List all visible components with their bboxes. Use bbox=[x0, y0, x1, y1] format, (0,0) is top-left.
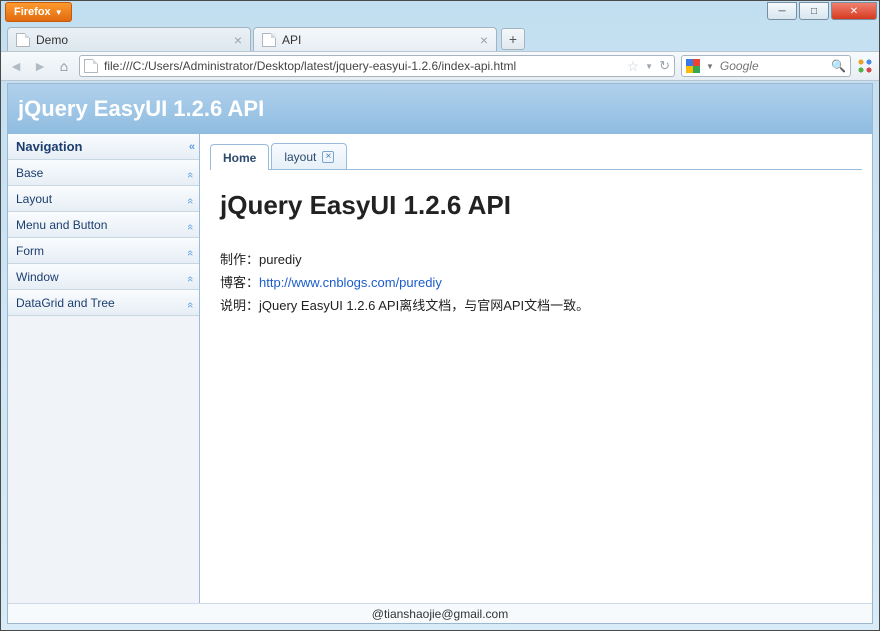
home-button[interactable]: ⌂ bbox=[55, 57, 73, 75]
sidebar-item-window[interactable]: Window « bbox=[8, 264, 199, 290]
page-icon bbox=[262, 33, 276, 47]
address-bar-controls: ☆ ▼ ↻ bbox=[627, 58, 670, 75]
sidebar-title[interactable]: Navigation « bbox=[8, 134, 199, 160]
chevron-down-icon: « bbox=[184, 223, 196, 225]
browser-tab-strip: Demo × API × + bbox=[1, 25, 879, 51]
main-panel: Home layout × jQuery EasyUI 1.2.6 API 制作… bbox=[200, 134, 872, 603]
url-text: file:///C:/Users/Administrator/Desktop/l… bbox=[104, 59, 516, 73]
article: jQuery EasyUI 1.2.6 API 制作：purediy 博客：ht… bbox=[210, 170, 862, 338]
address-bar[interactable]: file:///C:/Users/Administrator/Desktop/l… bbox=[79, 55, 675, 77]
sidebar: Navigation « Base « Layout « Menu and Bu… bbox=[8, 134, 200, 603]
page-body: Navigation « Base « Layout « Menu and Bu… bbox=[8, 134, 872, 603]
reload-icon[interactable]: ↻ bbox=[659, 58, 670, 74]
bookmark-star-icon[interactable]: ☆ bbox=[627, 58, 640, 75]
chevron-down-icon: « bbox=[184, 197, 196, 199]
nav-toolbar: ◄ ► ⌂ file:///C:/Users/Administrator/Des… bbox=[1, 51, 879, 81]
dropdown-icon[interactable]: ▼ bbox=[645, 62, 653, 71]
addons-icon[interactable] bbox=[857, 58, 873, 74]
browser-tab-demo[interactable]: Demo × bbox=[7, 27, 251, 51]
sidebar-item-base[interactable]: Base « bbox=[8, 160, 199, 186]
footer-email: @tianshaojie@gmail.com bbox=[372, 607, 508, 621]
tab-label: layout bbox=[284, 150, 316, 164]
tab-home[interactable]: Home bbox=[210, 144, 269, 170]
back-button[interactable]: ◄ bbox=[7, 57, 25, 75]
sidebar-item-menu-button[interactable]: Menu and Button « bbox=[8, 212, 199, 238]
tab-close-icon[interactable]: × bbox=[480, 32, 488, 48]
content-tabs: Home layout × bbox=[210, 142, 862, 170]
page-banner: jQuery EasyUI 1.2.6 API bbox=[8, 84, 872, 134]
sidebar-item-label: Layout bbox=[16, 192, 52, 206]
browser-tab-api[interactable]: API × bbox=[253, 27, 497, 51]
sidebar-item-label: Menu and Button bbox=[16, 218, 107, 232]
page-icon bbox=[84, 59, 98, 73]
sidebar-item-label: Base bbox=[16, 166, 43, 180]
page-viewport: jQuery EasyUI 1.2.6 API Navigation « Bas… bbox=[7, 83, 873, 624]
sidebar-item-layout[interactable]: Layout « bbox=[8, 186, 199, 212]
page-footer: @tianshaojie@gmail.com bbox=[8, 603, 872, 623]
sidebar-item-form[interactable]: Form « bbox=[8, 238, 199, 264]
browser-window: Firefox ▼ ─ □ ✕ Demo × API × + ◄ ► ⌂ fil… bbox=[0, 0, 880, 631]
firefox-label: Firefox bbox=[14, 6, 51, 18]
search-engine-dropdown-icon[interactable]: ▼ bbox=[706, 62, 714, 71]
tab-close-icon[interactable]: × bbox=[234, 32, 242, 48]
sidebar-title-label: Navigation bbox=[16, 139, 82, 154]
tab-close-icon[interactable]: × bbox=[322, 151, 334, 163]
chevron-down-icon: « bbox=[184, 171, 196, 173]
search-input[interactable] bbox=[720, 59, 810, 73]
forward-button[interactable]: ► bbox=[31, 57, 49, 75]
sidebar-item-datagrid-tree[interactable]: DataGrid and Tree « bbox=[8, 290, 199, 316]
chevron-down-icon: « bbox=[184, 301, 196, 303]
page-icon bbox=[16, 33, 30, 47]
article-line-author: 制作：purediy bbox=[220, 249, 852, 268]
page-title: jQuery EasyUI 1.2.6 API bbox=[18, 96, 264, 122]
search-bar[interactable]: ▼ 🔍 bbox=[681, 55, 851, 77]
search-icon[interactable]: 🔍 bbox=[831, 59, 846, 73]
article-heading: jQuery EasyUI 1.2.6 API bbox=[220, 190, 852, 221]
firefox-menu-button[interactable]: Firefox ▼ bbox=[5, 2, 72, 22]
close-button[interactable]: ✕ bbox=[831, 2, 877, 20]
titlebar: Firefox ▼ ─ □ ✕ bbox=[1, 1, 879, 23]
article-line-desc: 说明：jQuery EasyUI 1.2.6 API离线文档，与官网API文档一… bbox=[220, 295, 852, 314]
chevron-down-icon: « bbox=[184, 275, 196, 277]
tab-layout[interactable]: layout × bbox=[271, 143, 347, 169]
blog-link[interactable]: http://www.cnblogs.com/purediy bbox=[259, 275, 442, 290]
article-line-blog: 博客：http://www.cnblogs.com/purediy bbox=[220, 272, 852, 291]
maximize-button[interactable]: □ bbox=[799, 2, 829, 20]
sidebar-item-label: DataGrid and Tree bbox=[16, 296, 115, 310]
chevron-down-icon: « bbox=[184, 249, 196, 251]
tab-title: Demo bbox=[36, 33, 68, 47]
minimize-button[interactable]: ─ bbox=[767, 2, 797, 20]
collapse-icon[interactable]: « bbox=[189, 141, 191, 153]
new-tab-button[interactable]: + bbox=[501, 28, 525, 50]
sidebar-item-label: Form bbox=[16, 244, 44, 258]
window-controls: ─ □ ✕ bbox=[767, 2, 877, 20]
sidebar-item-label: Window bbox=[16, 270, 59, 284]
tab-title: API bbox=[282, 33, 301, 47]
google-icon bbox=[686, 59, 700, 73]
chevron-down-icon: ▼ bbox=[55, 8, 63, 17]
tab-label: Home bbox=[223, 151, 256, 165]
